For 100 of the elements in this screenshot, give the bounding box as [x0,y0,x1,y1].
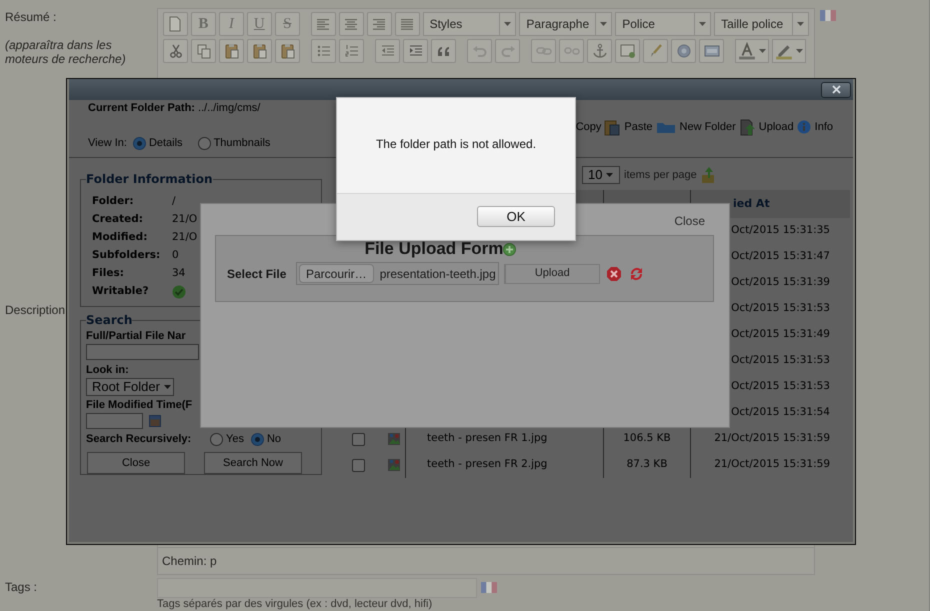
upload-icon [738,118,755,136]
italic-button[interactable]: I [218,12,244,36]
field-hint: Tags séparés par des virgules (ex : dvd, lecteur dvd, hifi) [157,598,434,610]
dropdown[interactable]: Taille police [714,12,809,36]
bulleted-list-button[interactable] [311,39,336,63]
copy-button[interactable]: Copy [576,118,602,136]
numbered-list-button[interactable] [339,39,364,63]
style-button[interactable] [643,39,668,63]
anchor-icon [592,43,608,59]
field-label: Look in: [86,363,129,377]
align-right-icon [371,16,388,32]
radio-label: Yes [226,432,244,447]
close-link[interactable]: Close [674,214,705,235]
paste-button[interactable] [219,39,244,63]
folder-select[interactable]: Root Folder [86,378,174,396]
info-button[interactable]: Info [796,118,833,136]
info-value: / [172,194,176,210]
text-color-button[interactable] [735,39,769,63]
upload-button[interactable]: Upload [738,118,794,136]
caret-icon [164,385,171,389]
indent-button[interactable] [403,39,428,63]
scissors-icon [168,43,184,59]
radio-label: Details [148,136,183,151]
strikethrough-button[interactable]: S [274,12,300,36]
date-input[interactable] [86,412,143,429]
info-value: 21/O [172,212,198,228]
close-button[interactable]: Close [87,452,185,474]
folder-arrow-icon [700,166,715,184]
checkbox[interactable] [352,432,365,446]
align-center-button[interactable] [338,12,364,36]
modified-date: 21/Oct/2015 15:31:59 [714,431,830,446]
source-button[interactable] [699,39,724,63]
blockquote-button[interactable] [431,39,456,63]
upload-button[interactable]: Upload [504,264,600,284]
paste-word-button[interactable] [275,39,300,63]
caret-icon [504,22,512,26]
modified-date: Oct/2015 15:31:49 [731,327,830,342]
radio-label: Thumbnails [214,136,270,151]
image-button[interactable] [615,39,640,63]
info-value: 34 [172,266,186,282]
underline-button[interactable]: U [246,12,272,36]
flag-icon [481,582,497,593]
align-left-button[interactable] [310,12,336,36]
caret-icon [699,22,706,26]
unlink-button[interactable] [559,39,584,63]
radio-button[interactable] [132,136,146,150]
radio-button[interactable] [250,432,264,446]
search-button[interactable]: Search Now [204,452,302,474]
copy-icon [196,43,212,59]
modified-date: Oct/2015 15:31:54 [731,405,830,420]
copy-button[interactable] [191,39,216,63]
modified-date: Oct/2015 15:31:35 [731,223,830,238]
help-button[interactable] [671,39,696,63]
dropdown[interactable]: Paragraphe [519,12,612,36]
undo-button[interactable] [467,39,492,63]
radio-button[interactable] [198,136,211,150]
new-folder-button[interactable]: New Folder [656,118,736,136]
radio-button[interactable] [210,432,223,446]
image-file-icon [387,432,401,446]
page-size-select[interactable]: 10 [582,166,620,184]
bold-button[interactable]: B [190,12,216,36]
alert-message: The folder path is not allowed. [376,137,536,151]
field-label: Résumé : [5,10,56,24]
paste-button[interactable]: Paste [604,118,653,136]
new-page-button[interactable] [163,12,188,36]
link-button[interactable] [531,39,556,63]
redo-button[interactable] [495,39,520,63]
field-label: items per page [624,168,697,183]
dropdown[interactable]: Styles [422,12,516,36]
ok-button[interactable]: OK [477,206,555,227]
modified-date: Oct/2015 15:31:39 [731,275,830,290]
help-icon [676,43,692,59]
info-label: Created: [92,212,144,228]
outdent-button[interactable] [375,39,400,63]
file-name-input[interactable] [86,344,199,360]
clipboard-icon [252,43,268,59]
close-button[interactable] [821,82,851,98]
justify-button[interactable] [394,12,420,36]
align-left-icon [315,16,332,32]
file-size: 106.5 KB [623,431,671,446]
numbered-list-icon [344,43,360,59]
caret-icon [796,22,804,26]
info-label: Writable? [92,284,150,300]
background-color-button[interactable] [772,39,806,63]
file-input[interactable]: Parcourir… presentation-teeth.jpg [296,262,499,285]
cut-button[interactable] [163,39,188,63]
field-label: Description [5,303,66,317]
align-center-icon [343,16,360,32]
info-icon [796,120,811,134]
bulleted-list-icon [316,43,332,59]
align-right-button[interactable] [366,12,392,36]
dropdown[interactable]: Police [615,12,712,36]
code-icon [704,43,720,59]
radio-label: No [266,432,282,447]
anchor-button[interactable] [587,39,612,63]
checkbox[interactable] [352,458,365,472]
text-color-icon [738,42,756,60]
field-label: Search Recursively: [86,432,192,446]
panel-title: Folder Information [86,172,213,186]
paste-text-button[interactable] [247,39,272,63]
